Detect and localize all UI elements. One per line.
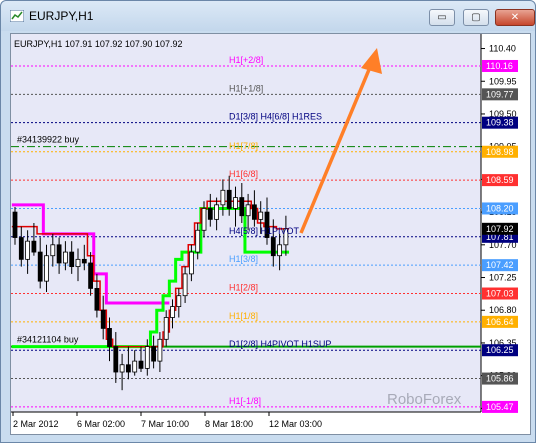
price-badge-label: 108.20: [486, 203, 514, 213]
candle-body: [94, 288, 100, 311]
candle-body: [18, 237, 24, 260]
candle-body: [245, 204, 251, 217]
candle-body: [233, 197, 238, 209]
candle-body: [277, 244, 283, 257]
x-tick-label: 8 Mar 18:00: [205, 419, 253, 429]
candle-body: [220, 189, 226, 206]
candle-body: [170, 306, 175, 318]
candle-body: [214, 204, 220, 220]
candle-body: [176, 295, 182, 307]
price-badge-label: 110.16: [486, 61, 513, 71]
candle-body: [188, 251, 194, 275]
x-tick-label: 7 Mar 10:00: [141, 419, 189, 429]
candle-body: [50, 244, 56, 257]
candle-body: [207, 208, 213, 220]
candle-body: [44, 255, 49, 282]
watermark: RoboForex: [387, 391, 462, 408]
candle-body: [100, 309, 106, 329]
candle-body: [113, 346, 119, 373]
level-label: H4[5/8] H1PIVOT: [229, 226, 300, 236]
minimize-button[interactable]: ▭: [429, 9, 455, 26]
price-badge-label: 108.98: [486, 147, 514, 157]
price-badge-label: 106.64: [486, 317, 514, 327]
candle-body: [81, 258, 87, 264]
price-badge-label: 109.77: [486, 89, 514, 99]
level-label: H1[6/8]: [229, 169, 258, 179]
close-button[interactable]: ✕: [495, 9, 535, 26]
candle-body: [25, 240, 31, 260]
price-badge-label: 109.38: [486, 118, 514, 128]
candle-body: [31, 240, 37, 253]
candle-body: [56, 244, 62, 264]
maximize-button[interactable]: ▢: [463, 9, 489, 26]
candle-body: [251, 204, 257, 220]
level-label: H1[+1/8]: [229, 83, 263, 93]
candle-body: [258, 211, 264, 220]
candle-body: [151, 346, 157, 362]
price-badge-label: 105.47: [486, 402, 514, 412]
price-badge-label: 107.03: [486, 289, 514, 299]
maximize-icon: ▢: [471, 12, 481, 23]
ohlc-header: EURJPY,H1 107.91 107.92 107.90 107.92: [14, 39, 182, 49]
candle-body: [270, 237, 276, 257]
candle-body: [88, 262, 93, 289]
candle-body: [157, 338, 163, 362]
candle-body: [144, 346, 150, 369]
current-price-label: 107.92: [486, 224, 514, 234]
level-label: H1[7/8]: [229, 141, 258, 151]
title-bar[interactable]: EURJPY,H1 ▭ ▢ ✕: [1, 1, 535, 31]
candle-body: [37, 251, 43, 282]
candle-body: [195, 229, 201, 253]
level-label: D1[2/8] H4PIVOT H1SUP: [229, 339, 331, 349]
y-tick-label: 107.25: [489, 273, 517, 283]
x-tick-label: 2 Mar 2012: [13, 419, 59, 429]
order-label: #34121104 buy: [17, 335, 79, 345]
candle-body: [63, 251, 68, 264]
candle-body: [126, 364, 131, 373]
level-label: H1[2/8]: [229, 283, 258, 293]
candle-body: [182, 273, 188, 297]
chart-area[interactable]: H1[+2/8] H1[+1/8] D1[3/8] H4[6/8] H1RES H1[…: [10, 33, 531, 435]
y-tick-label: 109.95: [489, 76, 517, 86]
candle-body: [119, 364, 125, 373]
price-chart[interactable]: H1[+2/8] H1[+1/8] D1[3/8] H4[6/8] H1RES H1[…: [11, 34, 530, 434]
price-badge-label: 107.42: [486, 260, 514, 270]
candle-body: [69, 251, 75, 268]
x-tick-label: 12 Mar 03:00: [269, 419, 322, 429]
candle-body: [132, 360, 138, 373]
y-tick-label: 110.40: [489, 44, 516, 54]
close-icon: ✕: [510, 12, 520, 23]
level-label: H1[-1/8]: [229, 396, 261, 406]
y-tick-label: 106.80: [489, 305, 517, 315]
price-badge-label: 105.86: [486, 374, 514, 384]
chart-window: EURJPY,H1 ▭ ▢ ✕ H1[+2/8] H1[+1/8] D1[3/8] …: [0, 0, 536, 443]
candle-body: [107, 328, 112, 347]
level-label: H1[3/8]: [229, 254, 258, 264]
candle-body: [201, 208, 207, 231]
minimize-icon: ▭: [437, 12, 447, 23]
level-label: D1[3/8] H4[6/8] H1RES: [229, 112, 322, 122]
candle-body: [239, 197, 245, 217]
candle-body: [75, 258, 81, 268]
candle-body: [12, 211, 18, 238]
price-badge-label: 108.59: [486, 175, 514, 185]
price-badge-label: 106.25: [486, 345, 514, 355]
level-label: H1[+2/8]: [229, 55, 263, 65]
order-label: #34139922 buy: [17, 135, 80, 145]
window-title: EURJPY,H1: [29, 9, 94, 23]
candle-body: [226, 189, 232, 209]
level-label: H1[1/8]: [229, 311, 258, 321]
candle-body: [138, 360, 144, 369]
chart-icon: [10, 10, 24, 22]
candle-body: [163, 317, 169, 340]
x-tick-label: 6 Mar 02:00: [77, 419, 125, 429]
